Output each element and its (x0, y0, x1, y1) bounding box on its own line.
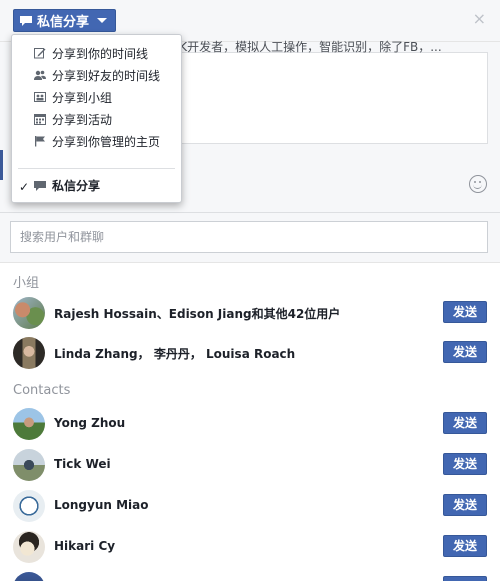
menu-item-label: 分享到活动 (52, 112, 113, 127)
edit-icon (34, 48, 46, 59)
calendar-icon (34, 114, 46, 125)
recipient-name: Yong Zhou (54, 416, 126, 430)
menu-item-label: 分享到你管理的主页 (52, 134, 161, 149)
page-edge-strip (0, 150, 3, 180)
friends-icon (34, 70, 46, 80)
menu-divider (18, 168, 175, 169)
avatar (13, 572, 45, 581)
list-item: Tick Wei 发送 (0, 445, 500, 485)
recipient-name: Tick Wei (54, 457, 111, 471)
send-button[interactable]: 发送 (443, 535, 487, 557)
recipient-list: 小组 Rajesh Hossain、Edison Jiang和其他42位用户 发… (0, 262, 500, 581)
menu-item-label: 分享到你的时间线 (52, 46, 149, 61)
share-dialog: 私信分享 × PK开发者，模拟人工操作，智能识别，除了FB，... 小组 Raj… (0, 0, 500, 581)
send-button[interactable]: 发送 (443, 341, 487, 363)
share-type-dropdown-button[interactable]: 私信分享 (13, 9, 117, 32)
menu-item-label: 分享到小组 (52, 90, 113, 105)
list-item: Longyun Miao 发送 (0, 486, 500, 526)
send-button[interactable]: 发送 (443, 412, 487, 434)
link-preview-text: PK开发者，模拟人工操作，智能识别，除了FB，... (172, 40, 442, 54)
emoji-icon[interactable] (469, 175, 487, 193)
share-type-menu: 分享到你的时间线 分享到好友的时间线 分享到小组 分享到活动 分享到你管理的主页… (11, 34, 182, 203)
menu-item-label: 私信分享 (52, 178, 101, 193)
message-icon (20, 15, 32, 26)
list-item: Linda Zhang， 李丹丹， Louisa Roach 发送 (0, 333, 500, 373)
flag-icon (35, 136, 45, 147)
avatar (13, 490, 45, 522)
send-button[interactable]: 发送 (443, 301, 487, 323)
recipient-name: Linda Zhang， 李丹丹， Louisa Roach (54, 347, 296, 361)
recipient-name: Hikari Cy (54, 539, 116, 553)
send-button[interactable]: 发送 (443, 494, 487, 516)
send-button[interactable]: 发送 (443, 453, 487, 475)
group-icon (34, 92, 46, 102)
chevron-down-icon (97, 18, 108, 23)
menu-item-label: 分享到好友的时间线 (52, 68, 161, 83)
menu-item-share-timeline[interactable]: 分享到你的时间线 (12, 42, 181, 64)
divider (0, 212, 500, 213)
section-heading-groups: 小组 (13, 276, 40, 291)
avatar (13, 449, 45, 481)
menu-item-share-message[interactable]: 私信分享 (12, 174, 181, 196)
search-input[interactable] (10, 221, 488, 253)
avatar (13, 531, 45, 563)
recipient-name: Rajesh Hossain、Edison Jiang和其他42位用户 (54, 307, 341, 321)
list-item: Hikari Cy 发送 (0, 527, 500, 567)
message-icon (34, 181, 46, 191)
recipient-name: Longyun Miao (54, 498, 149, 512)
menu-item-share-friend-timeline[interactable]: 分享到好友的时间线 (12, 64, 181, 86)
menu-item-share-group[interactable]: 分享到小组 (12, 86, 181, 108)
list-item: Yong Zhou 发送 (0, 404, 500, 444)
share-type-label: 私信分享 (37, 15, 90, 30)
avatar (13, 408, 45, 440)
menu-item-share-page[interactable]: 分享到你管理的主页 (12, 130, 181, 152)
section-heading-contacts: Contacts (13, 383, 71, 398)
list-item: Rajesh Hossain、Edison Jiang和其他42位用户 发送 (0, 293, 500, 333)
avatar (13, 297, 45, 329)
list-item (0, 568, 500, 581)
avatar (13, 337, 45, 369)
close-icon[interactable]: × (473, 10, 486, 28)
menu-item-share-event[interactable]: 分享到活动 (12, 108, 181, 130)
send-button[interactable] (443, 576, 487, 581)
